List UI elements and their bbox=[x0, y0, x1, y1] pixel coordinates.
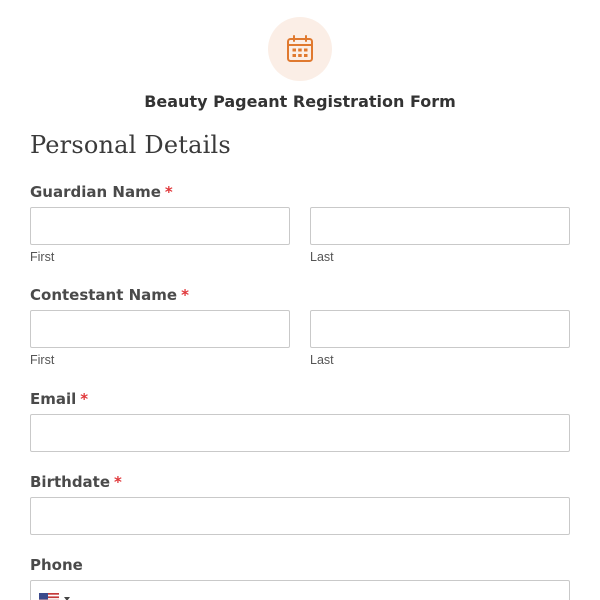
country-code-select[interactable] bbox=[39, 593, 70, 600]
phone-label-text: Phone bbox=[30, 556, 83, 574]
birthdate-label-text: Birthdate bbox=[30, 473, 111, 491]
email-label: Email * bbox=[30, 390, 88, 408]
contestant-last-name-input[interactable] bbox=[310, 310, 570, 348]
required-marker: * bbox=[164, 183, 173, 201]
phone-label: Phone bbox=[30, 556, 83, 574]
guardian-first-name-input[interactable] bbox=[30, 207, 290, 245]
guardian-first-sublabel: First bbox=[30, 250, 55, 264]
calendar-icon bbox=[287, 35, 313, 62]
guardian-last-name-input[interactable] bbox=[310, 207, 570, 245]
email-input[interactable] bbox=[30, 414, 570, 452]
required-marker: * bbox=[114, 473, 122, 491]
guardian-name-label: Guardian Name * bbox=[30, 183, 173, 201]
section-title: Personal Details bbox=[30, 131, 231, 159]
birthdate-input[interactable] bbox=[30, 497, 570, 535]
contestant-name-label: Contestant Name * bbox=[30, 286, 189, 304]
form-title: Beauty Pageant Registration Form bbox=[144, 92, 456, 111]
form-icon-badge bbox=[268, 17, 332, 81]
email-label-text: Email bbox=[30, 390, 77, 408]
guardian-last-sublabel: Last bbox=[310, 250, 334, 264]
guardian-name-label-text: Guardian Name bbox=[30, 183, 161, 201]
required-marker: * bbox=[80, 390, 89, 408]
us-flag-icon bbox=[39, 593, 59, 600]
contestant-first-sublabel: First bbox=[30, 353, 55, 367]
contestant-first-name-input[interactable] bbox=[30, 310, 290, 348]
birthdate-label: Birthdate * bbox=[30, 473, 122, 491]
contestant-name-label-text: Contestant Name bbox=[30, 286, 178, 304]
required-marker: * bbox=[181, 286, 189, 304]
phone-input[interactable] bbox=[30, 580, 570, 600]
contestant-last-sublabel: Last bbox=[310, 353, 334, 367]
